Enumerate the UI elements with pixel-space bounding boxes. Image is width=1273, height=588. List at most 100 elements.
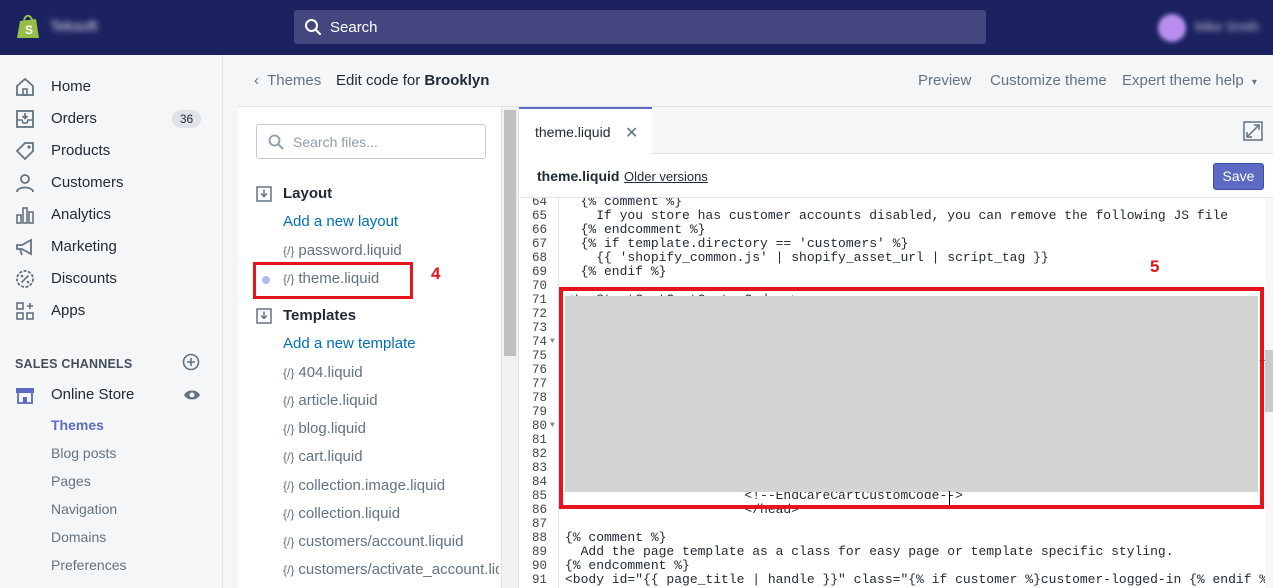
- file-collection-liquid[interactable]: {/} collection.liquid: [283, 505, 400, 522]
- customize-theme-link[interactable]: Customize theme: [990, 72, 1107, 89]
- file-customers-activate-account-liquid[interactable]: {/}customers/activate_account.liquid: [283, 561, 499, 578]
- open-file-name: theme.liquid: [537, 168, 620, 184]
- code-line[interactable]: 89 Add the page template as a class for …: [519, 544, 1265, 560]
- line-number: 74: [531, 335, 547, 349]
- tab-theme-liquid[interactable]: theme.liquid ✕: [519, 107, 652, 154]
- line-text: Add the page template as a class for eas…: [565, 544, 1174, 559]
- store-icon: [16, 388, 34, 404]
- megaphone-icon: [16, 238, 32, 256]
- save-button[interactable]: Save: [1213, 163, 1264, 190]
- liquid-file-icon: {/}: [283, 450, 295, 464]
- line-number: 85: [531, 489, 547, 503]
- sidebar-item-label: Home: [51, 78, 92, 95]
- sidebar-subitem-blog-posts[interactable]: Blog posts: [51, 445, 116, 461]
- code-line[interactable]: 66 {% endcomment %}: [519, 223, 1265, 238]
- sidebar-scrollbar[interactable]: [222, 55, 238, 588]
- search-placeholder: Search: [330, 19, 378, 36]
- fold-arrow-icon[interactable]: ▼: [550, 335, 555, 349]
- liquid-file-icon: {/}: [283, 507, 295, 521]
- sidebar-item-home[interactable]: Home: [0, 71, 222, 103]
- templates-section-header[interactable]: Templates: [256, 306, 496, 328]
- liquid-file-icon: {/}: [283, 535, 295, 549]
- file-blog-liquid[interactable]: {/} blog.liquid: [283, 420, 366, 437]
- apps-icon: [16, 302, 34, 320]
- line-number: 77: [531, 377, 547, 391]
- line-number: 89: [531, 545, 547, 559]
- preview-link[interactable]: Preview: [918, 72, 971, 89]
- sidebar-subitem-navigation[interactable]: Navigation: [51, 501, 117, 517]
- global-search[interactable]: Search: [294, 10, 986, 44]
- store-name[interactable]: Teksoft: [50, 18, 98, 35]
- expand-icon[interactable]: [1243, 121, 1263, 141]
- sidebar-item-apps[interactable]: Apps: [0, 295, 222, 327]
- older-versions-link[interactable]: Older versions: [624, 169, 708, 184]
- person-icon: [16, 174, 34, 193]
- user-name[interactable]: Mike Smith: [1195, 19, 1259, 34]
- sidebar-item-label: Online Store: [51, 386, 135, 403]
- sidebar-subitem-preferences[interactable]: Preferences: [51, 557, 126, 573]
- code-line[interactable]: 87: [519, 517, 1265, 531]
- editor-tab-bar: theme.liquid ✕: [519, 107, 1273, 154]
- liquid-file-icon: {/}: [283, 394, 295, 408]
- file-name: 404.liquid: [298, 364, 363, 381]
- user-avatar[interactable]: [1158, 14, 1186, 42]
- layout-section-header[interactable]: Layout: [256, 184, 496, 206]
- line-number: 76: [531, 363, 547, 377]
- back-to-themes-link[interactable]: ‹ Themes: [254, 72, 321, 89]
- file-search-input[interactable]: [293, 131, 478, 153]
- file-password-liquid[interactable]: {/} password.liquid: [283, 242, 402, 259]
- file-article-liquid[interactable]: {/} article.liquid: [283, 392, 378, 409]
- sidebar-item-customers[interactable]: Customers: [0, 167, 222, 199]
- line-number: 90: [531, 559, 547, 573]
- code-line[interactable]: 88 {% comment %}: [519, 531, 1265, 546]
- sidebar: Home Orders 36 Products Customers Analyt…: [0, 55, 222, 588]
- bar-chart-icon: [16, 207, 34, 224]
- sidebar-item-products[interactable]: Products: [0, 135, 222, 167]
- file-name: customers/activate_account.liquid: [298, 561, 499, 578]
- file-cart-liquid[interactable]: {/} cart.liquid: [283, 448, 363, 465]
- file-collection-image-liquid[interactable]: {/} collection.image.liquid: [283, 477, 445, 494]
- sidebar-item-marketing[interactable]: Marketing: [0, 231, 222, 263]
- sidebar-subitem-pages[interactable]: Pages: [51, 473, 91, 489]
- sidebar-item-discounts[interactable]: Discounts: [0, 263, 222, 295]
- expert-help-dropdown[interactable]: Expert theme help ▾: [1122, 72, 1257, 89]
- sidebar-item-orders[interactable]: Orders 36: [0, 103, 222, 135]
- page-title: Edit code for Brooklyn: [336, 72, 489, 89]
- line-number: 86: [531, 503, 547, 517]
- sidebar-subitem-themes[interactable]: Themes: [51, 417, 104, 433]
- shopify-bag-icon[interactable]: S: [14, 13, 42, 41]
- line-number: 87: [531, 517, 547, 531]
- sidebar-item-label: Products: [51, 142, 111, 159]
- add-layout-link[interactable]: Add a new layout: [283, 213, 398, 230]
- caret-down-icon: ▾: [1251, 77, 1257, 88]
- add-template-link[interactable]: Add a new template: [283, 335, 416, 352]
- sidebar-item-label: Orders: [51, 110, 97, 127]
- line-number: 84: [531, 475, 547, 489]
- close-icon[interactable]: ✕: [625, 123, 638, 143]
- code-line[interactable]: 91 <body id="{{ page_title | handle }}" c…: [519, 573, 1265, 588]
- fold-arrow-icon[interactable]: ▼: [550, 419, 555, 433]
- liquid-file-icon: {/}: [283, 244, 295, 258]
- code-line[interactable]: 90 {% endcomment %}: [519, 559, 1265, 574]
- file-name: collection.image.liquid: [298, 477, 446, 494]
- code-line[interactable]: 65 If you store has customer accounts di…: [519, 209, 1265, 224]
- sidebar-item-analytics[interactable]: Analytics: [0, 199, 222, 231]
- sidebar-subitem-domains[interactable]: Domains: [51, 529, 106, 545]
- code-line[interactable]: 67 {% if template.directory == 'customer…: [519, 237, 1265, 252]
- file-search-field[interactable]: [256, 124, 486, 159]
- file-name: article.liquid: [298, 392, 378, 409]
- add-sales-channel-icon[interactable]: [182, 353, 200, 371]
- line-number: 69: [531, 265, 547, 279]
- line-number: 83: [531, 461, 547, 475]
- back-label: Themes: [267, 72, 322, 89]
- orders-count-badge: 36: [172, 110, 201, 128]
- file-customers-account-liquid[interactable]: {/} customers/account.liquid: [283, 533, 463, 550]
- svg-text:S: S: [25, 23, 33, 37]
- eye-icon[interactable]: [183, 388, 201, 402]
- search-icon: [268, 134, 284, 150]
- file-browser-scroll-thumb[interactable]: [504, 110, 516, 356]
- home-icon: [16, 77, 34, 96]
- editor-header: theme.liquid Older versions: [519, 154, 1273, 198]
- file-404-liquid[interactable]: {/} 404.liquid: [283, 364, 363, 381]
- editor-scroll-thumb[interactable]: [1265, 350, 1273, 412]
